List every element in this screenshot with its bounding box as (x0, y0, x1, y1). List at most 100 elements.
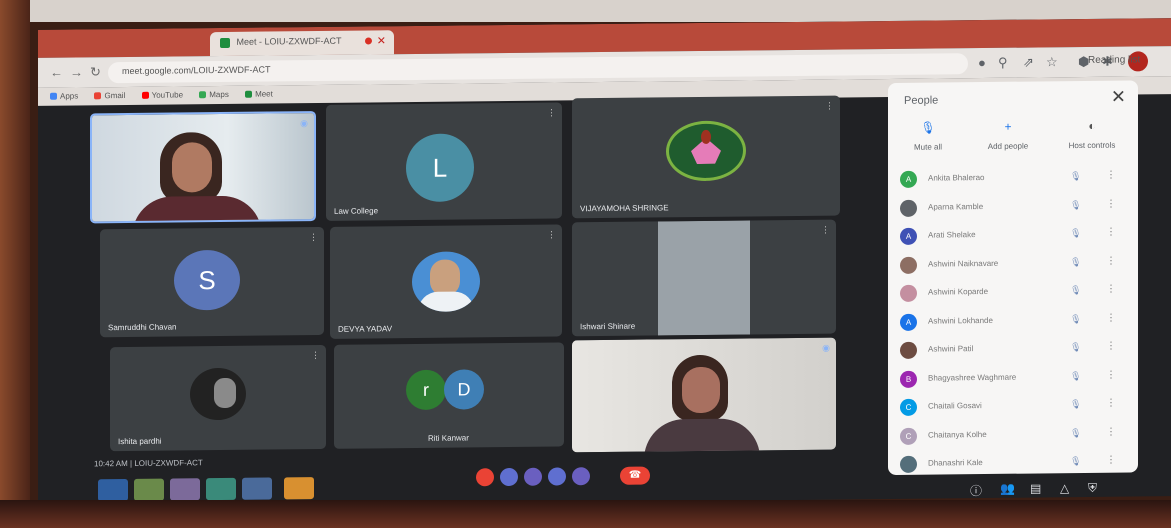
mic-off-icon[interactable]: 🎙 (1070, 171, 1081, 182)
participant-row[interactable]: Aparna Kamble 🎙 ⋮ (898, 193, 1130, 221)
more-options-icon[interactable]: ⋮ (1106, 255, 1116, 266)
video-tile-9[interactable]: ◉ (572, 337, 836, 453)
participant-row[interactable]: A Ashwini Lokhande 🎙 ⋮ (898, 307, 1130, 335)
video-tile-8[interactable]: r D Riti Kanwar (334, 342, 564, 449)
participant-row[interactable]: Ashwini Naiknavare 🎙 ⋮ (898, 250, 1130, 278)
close-panel-icon[interactable]: ✕ (1111, 87, 1126, 108)
background-wall (0, 0, 1171, 22)
more-options-icon[interactable]: ⋮ (1106, 198, 1116, 209)
panel-title: People (904, 94, 939, 107)
people-icon[interactable]: 👥 (1000, 482, 1015, 496)
desk-surface (0, 500, 1171, 528)
taskbar-app-icon (206, 477, 236, 501)
leave-call-button[interactable]: ☎ (620, 466, 650, 485)
host-controls-button[interactable]: ◐ Host controls (1052, 118, 1132, 153)
meeting-details: 10:42 AM | LOIU-ZXWDF-ACT (94, 458, 203, 469)
bookmark-gmail[interactable]: Gmail (94, 91, 125, 100)
camera-button[interactable] (500, 467, 518, 487)
video-tile-2[interactable]: L ⋮ Law College (326, 102, 562, 221)
mic-off-icon[interactable]: 🎙 (1070, 428, 1081, 439)
video-tile-4[interactable]: S ⋮ Samruddhi Chavan (100, 226, 324, 338)
mic-off-icon[interactable]: 🎙 (1070, 371, 1081, 382)
mic-off-icon[interactable]: 🎙 (1070, 285, 1081, 296)
avatar-letter-d: D (444, 369, 484, 410)
more-options-icon[interactable]: ⋮ (1106, 398, 1116, 409)
more-options-icon[interactable]: ⋮ (1106, 426, 1116, 437)
participant-row[interactable]: Ashwini Patil 🎙 ⋮ (898, 335, 1130, 363)
add-people-button[interactable]: + Add people (968, 119, 1048, 154)
video-tile-6[interactable]: ⋮ Ishwari Shinare (572, 219, 836, 337)
video-tile-7[interactable]: ⋮ Ishita pardhi (110, 344, 326, 452)
reading-list-button[interactable]: Reading list (1088, 54, 1140, 66)
bookmark-meet[interactable]: Meet (245, 89, 273, 99)
browser-tab-meet[interactable]: Meet - LOIU-ZXWDF-ACT ✕ (210, 30, 394, 57)
bookmark-apps[interactable]: Apps (50, 92, 78, 101)
more-options-icon[interactable]: ⋮ (1106, 455, 1116, 466)
monitor-bezel (0, 0, 30, 528)
gmail-icon (94, 92, 102, 100)
more-options-icon[interactable]: ⋮ (1106, 284, 1116, 295)
taskbar-app-icon (170, 478, 200, 501)
mic-off-icon[interactable]: 🎙 (1070, 342, 1081, 353)
photo-shirt (418, 291, 474, 313)
back-icon[interactable]: ← (50, 65, 63, 80)
chat-icon[interactable]: ▤ (1030, 481, 1041, 495)
activities-icon[interactable]: △ (1060, 481, 1069, 495)
reload-icon[interactable]: ↻ (90, 64, 101, 80)
mic-off-icon[interactable]: 🎙 (1070, 399, 1081, 410)
more-options-icon[interactable]: ⋮ (821, 225, 830, 236)
more-options-icon[interactable]: ⋮ (547, 108, 556, 119)
more-options-icon[interactable]: ⋮ (1106, 369, 1116, 380)
forward-icon[interactable]: → (70, 64, 83, 79)
more-options-icon[interactable]: ⋮ (309, 232, 318, 243)
profile-photo (190, 367, 246, 421)
captions-button[interactable] (524, 467, 542, 486)
participant-row[interactable]: A Ankita Bhalerao 🎙 ⋮ (898, 164, 1130, 192)
participant-row[interactable]: C Chaitali Gosavi 🎙 ⋮ (898, 392, 1130, 420)
recording-dot-icon (365, 37, 372, 45)
person-face (682, 366, 720, 414)
info-icon[interactable]: ⓘ (970, 482, 982, 499)
more-options-icon[interactable]: ⋮ (311, 350, 320, 361)
share-icon[interactable]: ⇗ (1023, 55, 1034, 71)
participant-row[interactable]: Ashwini Koparde 🎙 ⋮ (898, 278, 1130, 306)
video-tile-3[interactable]: ⋮ VIJAYAMOHA SHRINGE (572, 95, 840, 219)
participant-row[interactable]: C Chaitanya Kolhe 🎙 ⋮ (898, 421, 1130, 449)
speaking-icon: ◉ (300, 118, 308, 129)
more-options-icon[interactable]: ⋮ (1106, 312, 1116, 323)
taskbar-app-icon (98, 478, 128, 502)
participant-row[interactable]: B Bhagyashree Waghmare 🎙 ⋮ (898, 364, 1130, 392)
more-options-button[interactable] (572, 467, 590, 486)
more-options-icon[interactable]: ⋮ (1106, 227, 1116, 238)
video-tile-1[interactable]: ◉ (90, 111, 316, 224)
mic-off-icon[interactable]: 🎙 (1070, 200, 1081, 211)
mic-off-icon[interactable]: 🎙 (1070, 228, 1081, 239)
host-controls-icon[interactable]: ⛨ (1088, 481, 1097, 496)
more-options-icon[interactable]: ⋮ (1106, 341, 1116, 352)
mic-off-button[interactable] (476, 468, 494, 487)
bookmark-youtube[interactable]: YouTube (141, 90, 183, 100)
apps-icon (50, 93, 57, 101)
mic-off-icon[interactable]: 🎙 (1070, 257, 1081, 268)
logo-emblem-icon (666, 120, 746, 182)
close-tab-icon[interactable]: ✕ (377, 34, 386, 47)
mic-off-icon[interactable]: 🎙 (1070, 314, 1081, 325)
bookmark-maps[interactable]: Maps (199, 90, 229, 99)
participant-row[interactable]: Dhanashri Kale 🎙 ⋮ (898, 449, 1130, 477)
video-tile-5[interactable]: ⋮ DEVYA YADAV (330, 224, 562, 339)
bookmark-star-icon[interactable]: ☆ (1046, 54, 1058, 70)
participant-name: DEVYA YADAV (338, 324, 393, 334)
mute-all-button[interactable]: 🎙 Mute all (888, 120, 968, 155)
camera-icon[interactable]: ● (978, 55, 986, 70)
participant-name: Ashwini Lokhande (928, 315, 993, 326)
search-icon[interactable]: ⚲ (998, 55, 1008, 71)
participant-row[interactable]: A Arati Shelake 🎙 ⋮ (898, 221, 1130, 249)
present-button[interactable] (548, 467, 566, 486)
more-options-icon[interactable]: ⋮ (1106, 170, 1116, 181)
participant-name: Ishwari Shinare (580, 321, 636, 332)
mic-off-icon[interactable]: 🎙 (1070, 456, 1081, 467)
participant-avatar: A (900, 170, 917, 188)
participant-name: Samruddhi Chavan (108, 322, 177, 333)
more-options-icon[interactable]: ⋮ (825, 101, 834, 112)
more-options-icon[interactable]: ⋮ (547, 230, 556, 241)
